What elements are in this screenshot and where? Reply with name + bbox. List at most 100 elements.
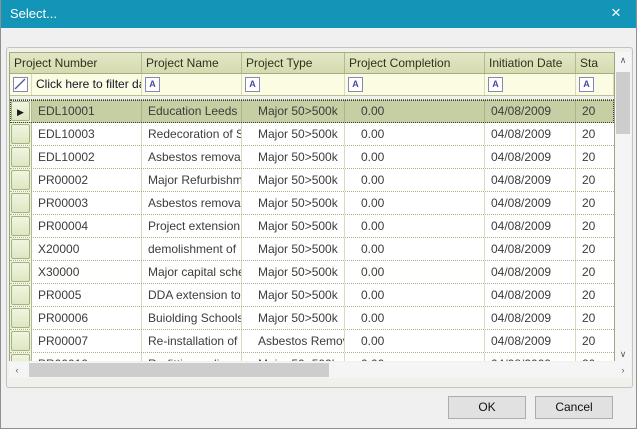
filter-prompt[interactable]: Click here to filter data... xyxy=(32,74,142,95)
table-row[interactable]: ▶ PR00003 Asbestos removal Major 50>500k… xyxy=(10,192,614,215)
row-selector[interactable]: ▶ xyxy=(10,123,32,145)
scroll-down-icon[interactable]: ∨ xyxy=(615,346,631,362)
column-header-initiation-date[interactable]: Initiation Date xyxy=(485,53,576,73)
cell-status[interactable]: 20 xyxy=(576,330,614,352)
cell-project-completion[interactable]: 0.00 xyxy=(345,215,485,237)
cell-status[interactable]: 20 xyxy=(576,169,614,191)
cell-project-name[interactable]: demolishment of xyxy=(142,238,242,260)
cell-project-completion[interactable]: 0.00 xyxy=(345,169,485,191)
column-header-project-completion[interactable]: Project Completion xyxy=(345,53,485,73)
column-header-project-name[interactable]: Project Name xyxy=(142,53,242,73)
cell-initiation-date[interactable]: 04/08/2009 xyxy=(485,123,576,145)
cell-initiation-date[interactable]: 04/08/2009 xyxy=(485,284,576,306)
cell-project-type[interactable]: Major 50>500k xyxy=(242,100,345,122)
row-selector[interactable]: ▶ xyxy=(10,284,32,306)
filter-cell-status[interactable]: A xyxy=(576,74,614,95)
scroll-right-icon[interactable]: › xyxy=(615,362,631,378)
cell-status[interactable]: 20 xyxy=(576,192,614,214)
table-row[interactable]: ▶ PR00010 Re-fitting radi Major 50>500k … xyxy=(10,353,614,361)
cell-status[interactable]: 20 xyxy=(576,238,614,260)
cell-project-completion[interactable]: 0.00 xyxy=(345,284,485,306)
cell-project-type[interactable]: Asbestos Remov xyxy=(242,330,345,352)
cell-project-type[interactable]: Major 50>500k xyxy=(242,307,345,329)
table-row[interactable]: ▶ PR00006 Buiolding Schools Major 50>500… xyxy=(10,307,614,330)
cell-project-name[interactable]: Re-installation of xyxy=(142,330,242,352)
row-selector[interactable]: ▶ xyxy=(10,215,32,237)
text-filter-icon[interactable]: A xyxy=(348,77,363,92)
cell-project-name[interactable]: Redecoration of S xyxy=(142,123,242,145)
cell-project-type[interactable]: Major 50>500k xyxy=(242,238,345,260)
cell-project-completion[interactable]: 0.00 xyxy=(345,307,485,329)
cell-status[interactable]: 20 xyxy=(576,123,614,145)
row-selector[interactable]: ▶ xyxy=(10,146,32,168)
filter-cell-project-name[interactable]: A xyxy=(142,74,242,95)
vertical-scrollbar-thumb[interactable] xyxy=(616,72,630,134)
horizontal-scrollbar-thumb[interactable] xyxy=(29,363,329,377)
table-row[interactable]: ▶ X20000 demolishment of Major 50>500k 0… xyxy=(10,238,614,261)
cell-project-completion[interactable]: 0.00 xyxy=(345,261,485,283)
scroll-left-icon[interactable]: ‹ xyxy=(9,362,25,378)
cell-project-completion[interactable]: 0.00 xyxy=(345,192,485,214)
cell-initiation-date[interactable]: 04/08/2009 xyxy=(485,261,576,283)
cell-project-number[interactable]: X20000 xyxy=(32,238,142,260)
cell-initiation-date[interactable]: 04/08/2009 xyxy=(485,238,576,260)
cell-project-name[interactable]: Asbestos removal xyxy=(142,146,242,168)
ok-button[interactable]: OK xyxy=(448,396,526,419)
cell-project-name[interactable]: Major Refurbishm xyxy=(142,169,242,191)
cell-project-name[interactable]: Major capital sche xyxy=(142,261,242,283)
cell-project-type[interactable]: Major 50>500k xyxy=(242,261,345,283)
filter-cell-initiation-date[interactable]: A xyxy=(485,74,576,95)
cell-project-number[interactable]: PR00002 xyxy=(32,169,142,191)
cell-project-completion[interactable]: 0.00 xyxy=(345,330,485,352)
text-filter-icon[interactable]: A xyxy=(579,77,594,92)
cell-initiation-date[interactable]: 04/08/2009 xyxy=(485,215,576,237)
vertical-scrollbar[interactable]: ∧ ∨ xyxy=(615,52,631,362)
cell-initiation-date[interactable]: 04/08/2009 xyxy=(485,353,576,361)
cell-project-number[interactable]: EDL10001 xyxy=(32,100,142,122)
cell-status[interactable]: 20 xyxy=(576,353,614,361)
column-header-status[interactable]: Sta xyxy=(576,53,614,73)
column-header-project-number[interactable]: Project Number xyxy=(10,53,142,73)
text-filter-icon[interactable]: A xyxy=(245,77,260,92)
text-filter-icon[interactable]: A xyxy=(145,77,160,92)
cell-initiation-date[interactable]: 04/08/2009 xyxy=(485,192,576,214)
cell-project-completion[interactable]: 0.00 xyxy=(345,123,485,145)
cell-initiation-date[interactable]: 04/08/2009 xyxy=(485,100,576,122)
cell-project-name[interactable]: Asbestos removal xyxy=(142,192,242,214)
cell-project-completion[interactable]: 0.00 xyxy=(345,146,485,168)
row-selector[interactable]: ▶ xyxy=(10,238,32,260)
cell-status[interactable]: 20 xyxy=(576,215,614,237)
cell-project-completion[interactable]: 0.00 xyxy=(345,238,485,260)
table-row[interactable]: ▶ PR0005 DDA extension to Major 50>500k … xyxy=(10,284,614,307)
horizontal-scrollbar[interactable]: ‹ › xyxy=(9,362,631,378)
cell-project-name[interactable]: Buiolding Schools xyxy=(142,307,242,329)
scroll-up-icon[interactable]: ∧ xyxy=(615,52,631,68)
text-filter-icon[interactable]: A xyxy=(488,77,503,92)
cell-project-type[interactable]: Major 50>500k xyxy=(242,284,345,306)
cell-project-number[interactable]: EDL10002 xyxy=(32,146,142,168)
close-icon[interactable]: × xyxy=(601,0,631,28)
cell-project-number[interactable]: PR00004 xyxy=(32,215,142,237)
filter-cell-project-type[interactable]: A xyxy=(242,74,345,95)
cell-project-number[interactable]: PR0005 xyxy=(32,284,142,306)
filter-clear-cell[interactable] xyxy=(10,74,32,95)
table-row[interactable]: ▶ EDL10001 Education Leeds Major 50>500k… xyxy=(10,100,614,123)
table-row[interactable]: ▶ EDL10003 Redecoration of S Major 50>50… xyxy=(10,123,614,146)
column-header-project-type[interactable]: Project Type xyxy=(242,53,345,73)
cell-project-completion[interactable]: 0.00 xyxy=(345,353,485,361)
cell-project-completion[interactable]: 0.00 xyxy=(345,100,485,122)
filter-cell-project-completion[interactable]: A xyxy=(345,74,485,95)
row-selector[interactable]: ▶ xyxy=(10,100,32,122)
cell-initiation-date[interactable]: 04/08/2009 xyxy=(485,169,576,191)
cell-project-type[interactable]: Major 50>500k xyxy=(242,353,345,361)
cell-project-name[interactable]: DDA extension to xyxy=(142,284,242,306)
cell-project-number[interactable]: EDL10003 xyxy=(32,123,142,145)
cell-status[interactable]: 20 xyxy=(576,284,614,306)
cell-status[interactable]: 20 xyxy=(576,261,614,283)
cell-project-number[interactable]: PR00010 xyxy=(32,353,142,361)
cell-initiation-date[interactable]: 04/08/2009 xyxy=(485,307,576,329)
cell-project-type[interactable]: Major 50>500k xyxy=(242,169,345,191)
cell-project-number[interactable]: X30000 xyxy=(32,261,142,283)
cell-initiation-date[interactable]: 04/08/2009 xyxy=(485,146,576,168)
cell-status[interactable]: 20 xyxy=(576,307,614,329)
